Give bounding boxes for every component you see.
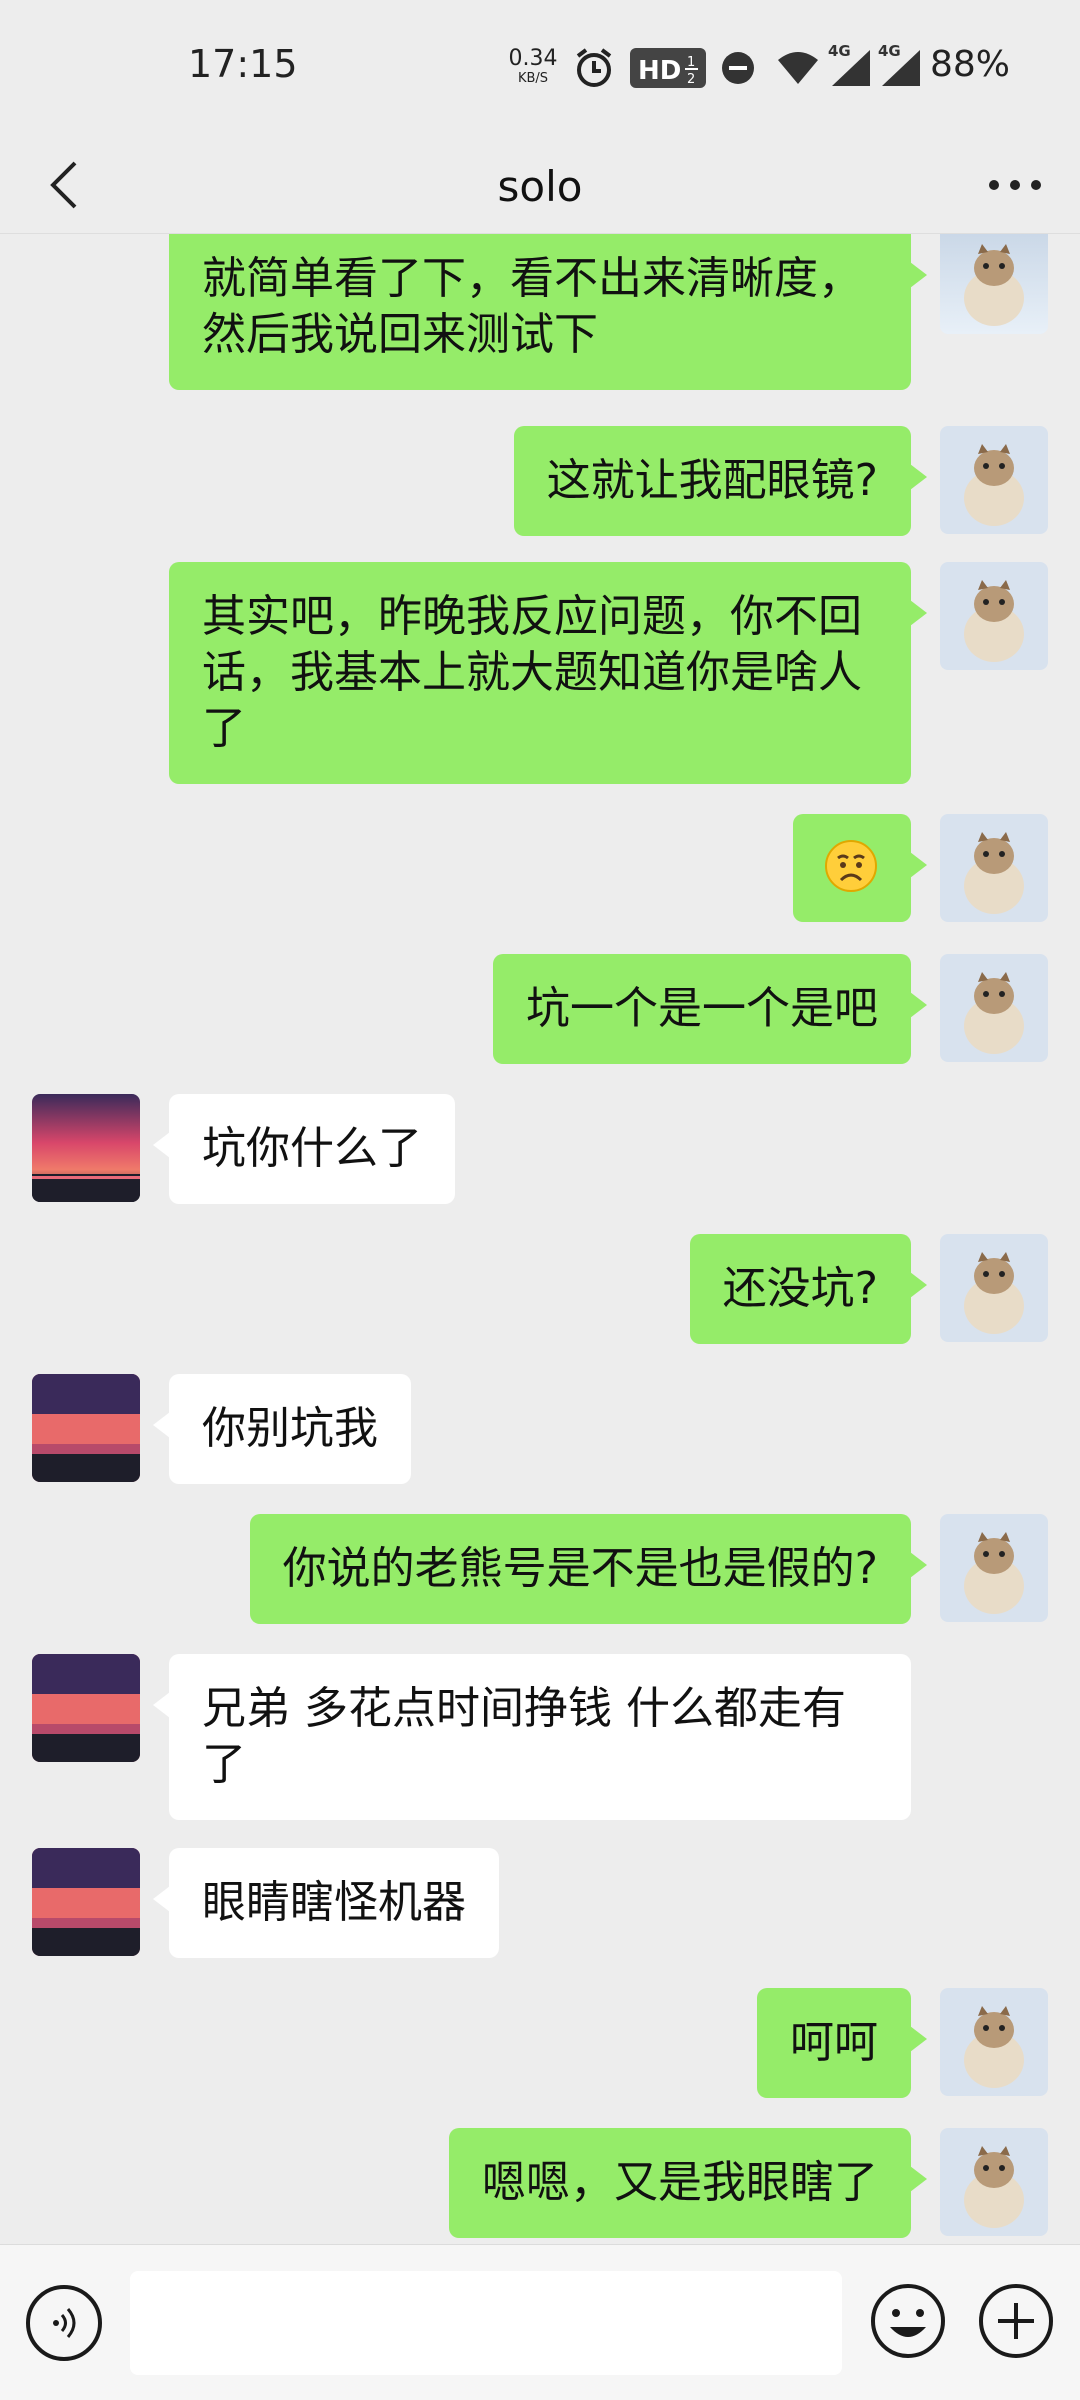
message-bubble-contact[interactable]: 眼睛瞎怪机器 xyxy=(153,1848,499,1958)
avatar-self[interactable] xyxy=(940,1234,1048,1342)
chat-title: solo xyxy=(497,162,583,211)
avatar-self[interactable] xyxy=(940,1988,1048,2096)
cat-avatar-image xyxy=(940,562,1048,670)
message-row: 就简单看了下，看不出来清晰度， 然后我说回来测试下 xyxy=(0,234,1080,394)
voice-input-button[interactable] xyxy=(26,2285,102,2361)
message-text: 这就让我配眼镜? xyxy=(546,455,878,506)
network-type-1: 4G xyxy=(828,42,851,60)
dnd-icon xyxy=(720,50,756,86)
message-row xyxy=(0,814,1080,924)
sunset-avatar-image xyxy=(32,1654,140,1762)
avatar-contact[interactable] xyxy=(32,1094,140,1202)
svg-text:1: 1 xyxy=(687,55,695,70)
emoji-icon xyxy=(871,2284,945,2358)
message-bubble-self[interactable]: 其实吧，昨晚我反应问题，你不回 话，我基本上就大题知道你是啥人 了 xyxy=(169,562,927,784)
message-text: 坑一个是一个是吧 xyxy=(526,983,878,1034)
cat-avatar-image xyxy=(940,234,1048,334)
sunset-avatar-image xyxy=(32,1848,140,1956)
network-type-2: 4G xyxy=(878,42,901,60)
avatar-self[interactable] xyxy=(940,426,1048,534)
message-row: 坑一个是一个是吧 xyxy=(0,954,1080,1064)
svg-text:2: 2 xyxy=(687,72,695,87)
voice-icon xyxy=(53,2308,76,2338)
message-text: 兄弟 多花点时间挣钱 什么都走有 了 xyxy=(202,1683,846,1790)
message-text: 坑你什么了 xyxy=(202,1123,422,1174)
wifi-icon xyxy=(776,50,820,86)
message-row: 其实吧，昨晚我反应问题，你不回 话，我基本上就大题知道你是啥人 了 xyxy=(0,562,1080,792)
message-bubble-self[interactable]: 嗯嗯，又是我眼瞎了 xyxy=(449,2128,927,2238)
cat-avatar-image xyxy=(940,1514,1048,1622)
message-text: 你别坑我 xyxy=(202,1403,378,1454)
frowning-face-emoji-icon xyxy=(825,840,877,892)
net-speed-indicator: 0.34 KB/S xyxy=(505,46,561,86)
input-bar xyxy=(0,2244,1080,2400)
hd-label: HD xyxy=(638,56,681,86)
message-bubble-contact[interactable]: 你别坑我 xyxy=(153,1374,411,1484)
sunset-avatar-image xyxy=(32,1374,140,1482)
message-text: 其实吧，昨晚我反应问题，你不回 话，我基本上就大题知道你是啥人 了 xyxy=(202,591,862,754)
message-row: 坑你什么了 xyxy=(0,1094,1080,1204)
chat-header: solo xyxy=(0,138,1080,234)
net-speed-unit: KB/S xyxy=(517,71,549,86)
message-row: 你说的老熊号是不是也是假的? xyxy=(0,1514,1080,1624)
plus-icon xyxy=(979,2284,1053,2358)
avatar-self[interactable] xyxy=(940,2128,1048,2236)
avatar-contact[interactable] xyxy=(32,1374,140,1482)
message-bubble-self[interactable]: 就简单看了下，看不出来清晰度， 然后我说回来测试下 xyxy=(169,234,927,390)
more-functions-button[interactable] xyxy=(976,2281,1056,2361)
avatar-self[interactable] xyxy=(940,814,1048,922)
status-bar: 17:15 0.34 KB/S HD 1 2 4G 4G 88% xyxy=(0,0,1080,138)
message-text: 眼睛瞎怪机器 xyxy=(202,1877,466,1928)
cat-avatar-image xyxy=(940,2128,1048,2236)
more-button[interactable] xyxy=(970,150,1060,220)
message-text: 呵呵 xyxy=(790,2017,878,2068)
message-row: 眼睛瞎怪机器 xyxy=(0,1848,1080,1958)
avatar-contact[interactable] xyxy=(32,1654,140,1762)
message-text: 你说的老熊号是不是也是假的? xyxy=(282,1543,878,1594)
message-input[interactable] xyxy=(130,2271,842,2375)
message-list[interactable]: 就简单看了下，看不出来清晰度， 然后我说回来测试下 这就让我配眼镜? 其实吧，昨… xyxy=(0,234,1080,2244)
cat-avatar-image xyxy=(940,426,1048,534)
alarm-icon xyxy=(572,46,616,90)
cat-avatar-image xyxy=(940,1988,1048,2096)
avatar-contact[interactable] xyxy=(32,1848,140,1956)
battery-level: 88% xyxy=(929,44,1010,85)
avatar-self[interactable] xyxy=(940,562,1048,670)
emoji-button[interactable] xyxy=(868,2281,948,2361)
cat-avatar-image xyxy=(940,954,1048,1062)
message-row: 你别坑我 xyxy=(0,1374,1080,1484)
message-bubble-contact[interactable]: 坑你什么了 xyxy=(153,1094,455,1204)
signal-icon: 4G xyxy=(828,42,872,88)
cat-avatar-image xyxy=(940,1234,1048,1342)
message-text: 就简单看了下，看不出来清晰度， 然后我说回来测试下 xyxy=(202,253,862,360)
message-row: 呵呵 xyxy=(0,1988,1080,2098)
message-bubble-self[interactable]: 还没坑? xyxy=(689,1234,928,1344)
message-text: 还没坑? xyxy=(722,1263,878,1314)
message-row: 这就让我配眼镜? xyxy=(0,420,1080,536)
status-time: 17:15 xyxy=(188,42,298,86)
message-row: 嗯嗯，又是我眼瞎了 xyxy=(0,2128,1080,2238)
hd-voice-icon: HD 1 2 xyxy=(630,46,706,90)
avatar-self[interactable] xyxy=(940,1514,1048,1622)
message-bubble-self[interactable]: 坑一个是一个是吧 xyxy=(493,954,927,1064)
message-bubble-self[interactable]: 呵呵 xyxy=(757,1988,927,2098)
message-bubble-self[interactable]: 你说的老熊号是不是也是假的? xyxy=(249,1514,928,1624)
message-bubble-self[interactable] xyxy=(793,814,927,922)
status-icons: HD 1 2 4G 4G xyxy=(572,42,922,92)
cat-avatar-image xyxy=(940,814,1048,922)
message-bubble-contact[interactable]: 兄弟 多花点时间挣钱 什么都走有 了 xyxy=(153,1654,911,1820)
signal-icon-2: 4G xyxy=(878,42,922,88)
sunset-avatar-image xyxy=(32,1094,140,1202)
message-row: 兄弟 多花点时间挣钱 什么都走有 了 xyxy=(0,1654,1080,1824)
avatar-self[interactable] xyxy=(940,954,1048,1062)
message-row: 还没坑? xyxy=(0,1234,1080,1344)
more-icon xyxy=(989,180,1041,190)
message-text: 嗯嗯，又是我眼瞎了 xyxy=(482,2157,878,2208)
message-bubble-self[interactable]: 这就让我配眼镜? xyxy=(513,426,928,536)
net-speed-value: 0.34 xyxy=(508,46,558,71)
avatar-self[interactable] xyxy=(940,234,1048,334)
